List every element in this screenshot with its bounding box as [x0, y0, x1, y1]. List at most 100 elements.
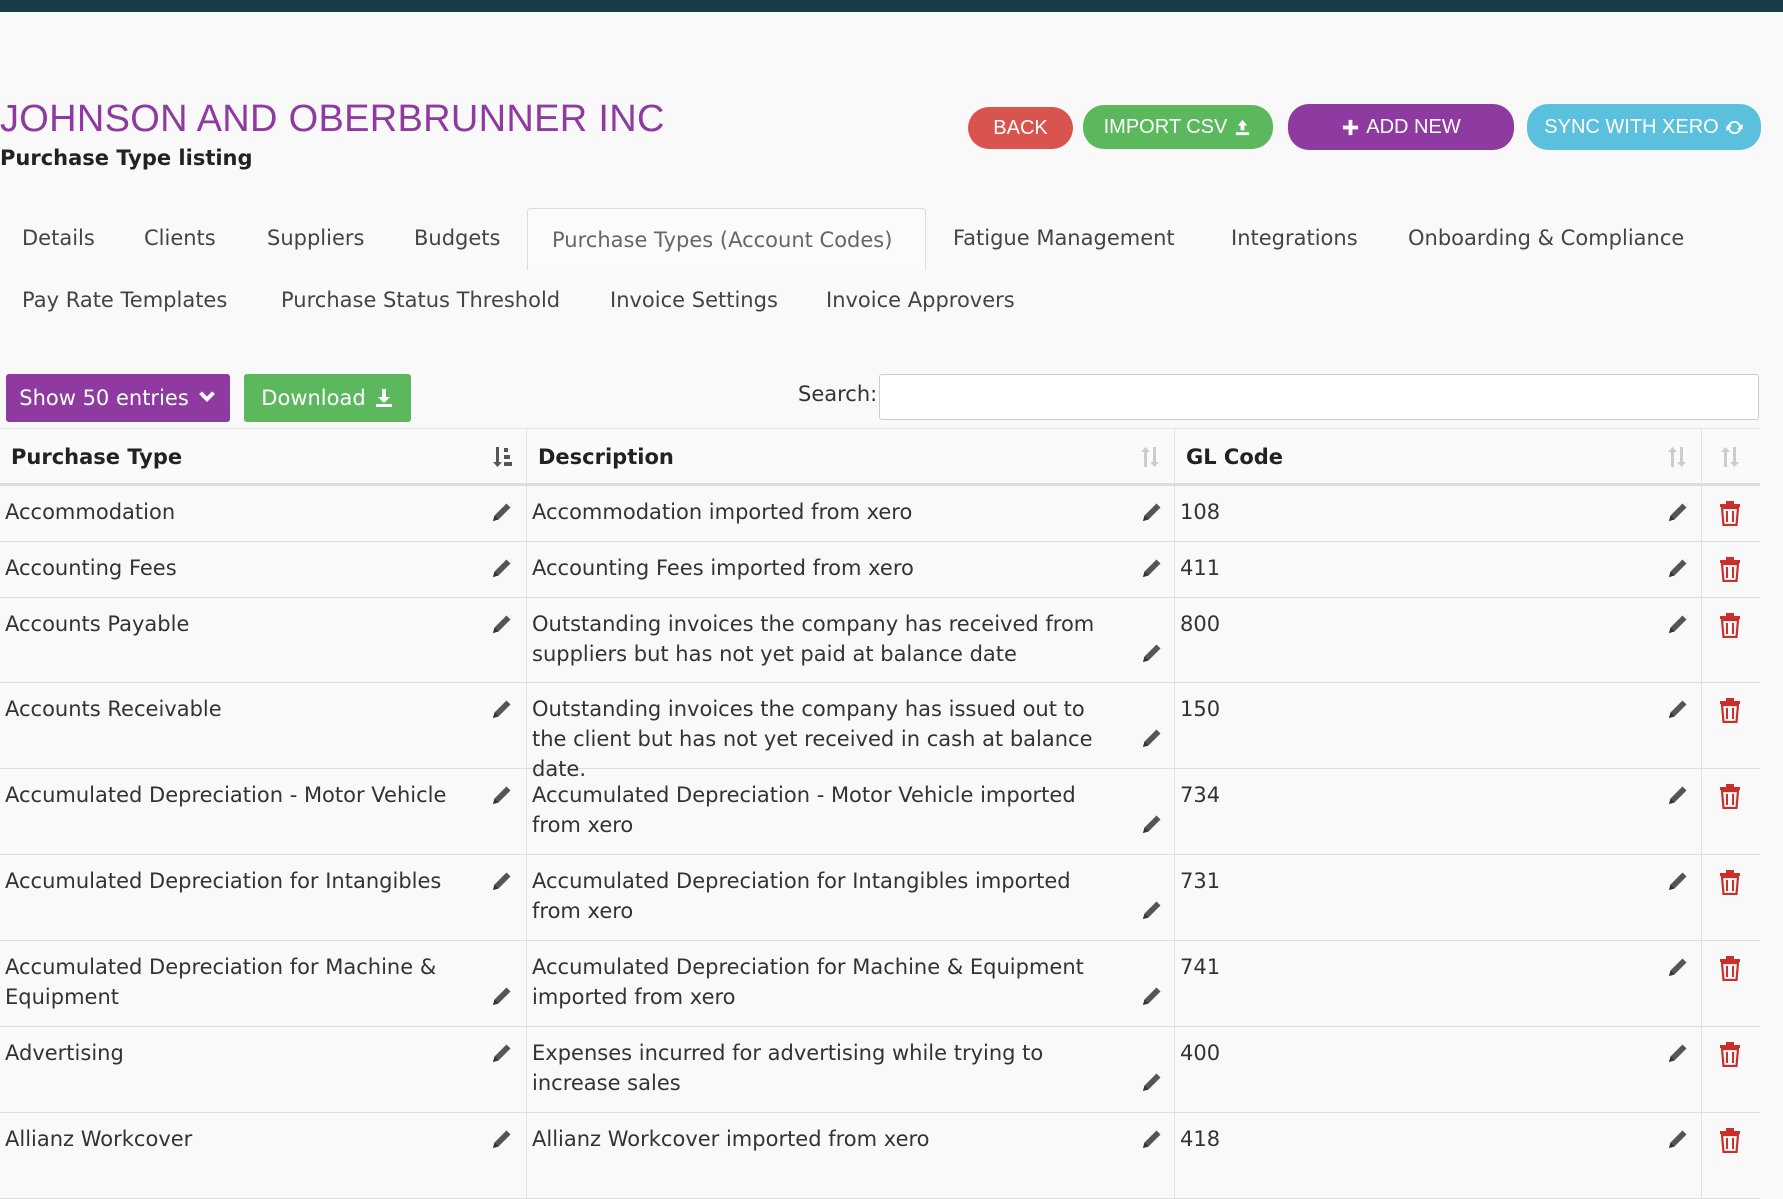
purchase-type-cell: Accounts Payable: [0, 598, 527, 682]
gl-code-text: 150: [1180, 697, 1221, 721]
tab-details[interactable]: Details: [0, 207, 117, 269]
description-cell: Accommodation imported from xero: [527, 486, 1175, 541]
description-cell: Outstanding invoices the company has iss…: [527, 683, 1175, 781]
edit-pencil-icon[interactable]: [1666, 783, 1690, 807]
tab-fatigue-management[interactable]: Fatigue Management: [931, 207, 1197, 269]
delete-trash-icon[interactable]: [1718, 1127, 1742, 1154]
edit-pencil-icon[interactable]: [1140, 984, 1164, 1008]
column-header-actions[interactable]: [1702, 429, 1760, 484]
gl-code-text: 731: [1180, 869, 1221, 893]
edit-pencil-icon[interactable]: [490, 1127, 514, 1151]
delete-trash-icon[interactable]: [1718, 697, 1742, 724]
delete-trash-icon[interactable]: [1718, 869, 1742, 896]
description-cell: Accumulated Depreciation for Machine & E…: [527, 941, 1175, 1026]
delete-trash-icon[interactable]: [1718, 612, 1742, 639]
table-row: Accumulated Depreciation - Motor Vehicle…: [0, 769, 1760, 855]
edit-pencil-icon[interactable]: [1666, 612, 1690, 636]
purchase-type-text: Accumulated Depreciation for Intangibles: [5, 869, 442, 893]
gl-code-cell: 400: [1175, 1027, 1702, 1112]
table-row: Accommodation Accommodation imported from…: [0, 486, 1760, 542]
edit-pencil-icon[interactable]: [490, 869, 514, 893]
description-text: Allianz Workcover imported from xero: [532, 1127, 930, 1151]
column-header-label: Purchase Type: [11, 444, 183, 469]
description-cell: Accumulated Depreciation for Intangibles…: [527, 855, 1175, 940]
column-header-purchase-type[interactable]: Purchase Type: [0, 429, 527, 484]
edit-pencil-icon[interactable]: [490, 783, 514, 807]
delete-trash-icon[interactable]: [1718, 955, 1742, 982]
show-entries-dropdown[interactable]: Show 50 entries: [6, 374, 230, 422]
edit-pencil-icon[interactable]: [1140, 500, 1164, 524]
edit-pencil-icon[interactable]: [1666, 500, 1690, 524]
delete-trash-icon[interactable]: [1718, 500, 1742, 527]
search-input[interactable]: [879, 374, 1759, 420]
tab-pay-rate-templates[interactable]: Pay Rate Templates: [0, 269, 249, 331]
sync-xero-button[interactable]: SYNC WITH XERO: [1527, 104, 1761, 150]
delete-trash-icon[interactable]: [1718, 783, 1742, 810]
tab-purchase-status-threshold[interactable]: Purchase Status Threshold: [259, 269, 582, 331]
sort-icon: [1721, 447, 1739, 467]
purchase-type-cell: Accounts Receivable: [0, 683, 527, 768]
tab-onboarding-compliance[interactable]: Onboarding & Compliance: [1386, 207, 1706, 269]
add-new-label: ADD NEW: [1366, 115, 1461, 138]
delete-trash-icon[interactable]: [1718, 556, 1742, 583]
purchase-type-text: Accounts Payable: [5, 612, 190, 636]
table-row: Accumulated Depreciation for Machine & E…: [0, 941, 1760, 1027]
gl-code-cell: 800: [1175, 598, 1702, 682]
edit-pencil-icon[interactable]: [490, 556, 514, 580]
description-cell: Allianz Workcover imported from xero: [527, 1113, 1175, 1198]
edit-pencil-icon[interactable]: [1666, 556, 1690, 580]
edit-pencil-icon[interactable]: [490, 500, 514, 524]
actions-cell: [1702, 486, 1760, 541]
tab-purchase-types[interactable]: Purchase Types (Account Codes): [527, 208, 926, 270]
column-header-gl-code[interactable]: GL Code: [1175, 429, 1702, 484]
tab-invoice-settings[interactable]: Invoice Settings: [588, 269, 800, 331]
download-button[interactable]: Download: [244, 374, 411, 422]
edit-pencil-icon[interactable]: [1140, 1127, 1164, 1151]
add-new-button[interactable]: ADD NEW: [1288, 104, 1514, 150]
column-header-description[interactable]: Description: [527, 429, 1175, 484]
sort-ascending-icon: [493, 447, 512, 467]
edit-pencil-icon[interactable]: [1140, 812, 1164, 836]
purchase-type-text: Accounts Receivable: [5, 697, 222, 721]
actions-cell: [1702, 1027, 1760, 1112]
table-row: Accumulated Depreciation for Intangibles…: [0, 855, 1760, 941]
tab-clients[interactable]: Clients: [122, 207, 238, 269]
edit-pencil-icon[interactable]: [1666, 1127, 1690, 1151]
gl-code-text: 734: [1180, 783, 1221, 807]
delete-trash-icon[interactable]: [1718, 1041, 1742, 1068]
tab-budgets[interactable]: Budgets: [392, 207, 522, 269]
description-text: Accumulated Depreciation - Motor Vehicle…: [532, 783, 1076, 837]
table-row: Allianz Workcover Allianz Workcover impor…: [0, 1113, 1760, 1199]
tab-integrations[interactable]: Integrations: [1209, 207, 1380, 269]
edit-pencil-icon[interactable]: [490, 1041, 514, 1065]
table-row: Advertising Expenses incurred for adverti…: [0, 1027, 1760, 1113]
edit-pencil-icon[interactable]: [1666, 697, 1690, 721]
description-cell: Accumulated Depreciation - Motor Vehicle…: [527, 769, 1175, 854]
import-csv-button[interactable]: IMPORT CSV: [1083, 105, 1273, 149]
back-button[interactable]: BACK: [968, 107, 1073, 149]
tab-invoice-approvers[interactable]: Invoice Approvers: [804, 269, 1037, 331]
edit-pencil-icon[interactable]: [1666, 869, 1690, 893]
edit-pencil-icon[interactable]: [1666, 1041, 1690, 1065]
gl-code-cell: 108: [1175, 486, 1702, 541]
edit-pencil-icon[interactable]: [1140, 556, 1164, 580]
table-row: Accounting Fees Accounting Fees imported …: [0, 542, 1760, 598]
edit-pencil-icon[interactable]: [1140, 898, 1164, 922]
download-icon: [375, 389, 392, 407]
tab-suppliers[interactable]: Suppliers: [245, 207, 386, 269]
edit-pencil-icon[interactable]: [490, 697, 514, 721]
edit-pencil-icon[interactable]: [1140, 641, 1164, 665]
edit-pencil-icon[interactable]: [1666, 955, 1690, 979]
purchase-type-cell: Accumulated Depreciation - Motor Vehicle: [0, 769, 527, 854]
edit-pencil-icon[interactable]: [490, 984, 514, 1008]
actions-cell: [1702, 598, 1760, 682]
edit-pencil-icon[interactable]: [490, 612, 514, 636]
purchase-type-text: Allianz Workcover: [5, 1127, 193, 1151]
gl-code-text: 800: [1180, 612, 1221, 636]
page-subtitle: Purchase Type listing: [0, 146, 253, 170]
purchase-type-text: Accommodation: [5, 500, 176, 524]
column-header-label: GL Code: [1186, 444, 1284, 469]
description-cell: Outstanding invoices the company has rec…: [527, 598, 1175, 682]
edit-pencil-icon[interactable]: [1140, 1070, 1164, 1094]
edit-pencil-icon[interactable]: [1140, 726, 1164, 750]
